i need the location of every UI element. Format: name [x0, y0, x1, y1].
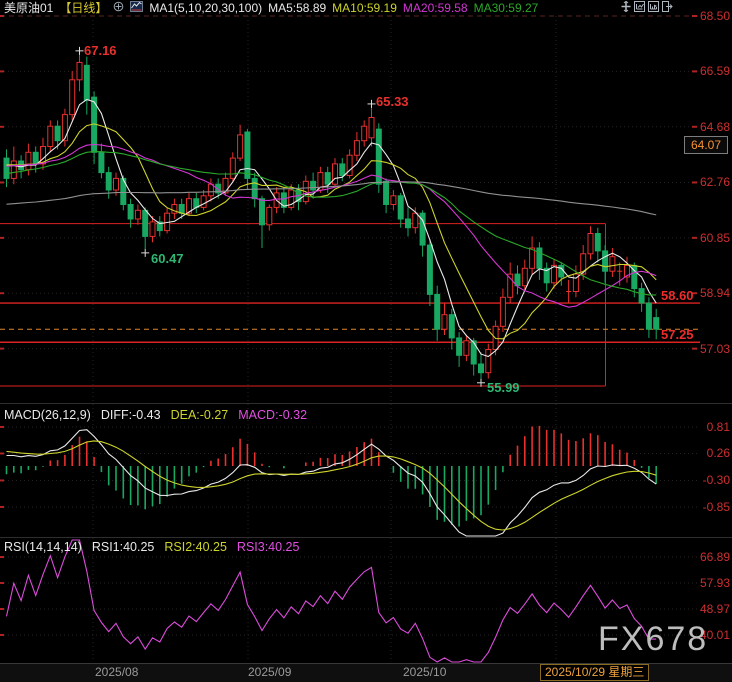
ma-group-label[interactable]: MA1(5,10,20,30,100) [149, 0, 262, 16]
rsi3-value: RSI3:40.25 [237, 540, 300, 554]
annotation-low-55: 55.99 [487, 381, 520, 394]
chart-toolbar [621, 1, 673, 12]
x-axis-label-oct: 2025/10 [403, 665, 446, 679]
macd-axis-label: 0.26 [690, 446, 730, 460]
macd-axis-label: -0.85 [690, 500, 730, 514]
period-label[interactable]: 【日线】 [59, 0, 107, 16]
price-axis-label: 57.03 [690, 342, 730, 356]
current-date-label: 2025/10/29 星期三 [540, 664, 649, 681]
price-axis-label: 62.76 [690, 175, 730, 189]
macd-title[interactable]: MACD(26,12,9) [4, 408, 91, 422]
macd-dea-value: DEA:-0.27 [171, 408, 229, 422]
rsi-title[interactable]: RSI(14,14,14) [4, 540, 82, 554]
ma5-value: MA5:58.89 [268, 0, 326, 16]
annotation-high-65: 65.33 [376, 95, 409, 108]
rsi-axis-label: 48.97 [690, 602, 730, 616]
chart-canvas[interactable] [0, 0, 732, 682]
rsi2-value: RSI2:40.25 [164, 540, 227, 554]
move-cross-icon[interactable] [621, 1, 631, 12]
chart-line-box-icon[interactable] [634, 1, 645, 12]
symbol-name: 美原油01 [4, 0, 53, 16]
macd-diff-value: DIFF:-0.43 [101, 408, 161, 422]
macd-header: MACD(26,12,9) DIFF:-0.43 DEA:-0.27 MACD:… [4, 408, 307, 422]
ma10-value: MA10:59.19 [332, 0, 397, 16]
support-line-label: 57.25 [661, 328, 694, 341]
price-axis-label: 64.68 [690, 120, 730, 134]
ma30-value: MA30:59.27 [474, 0, 539, 16]
chart-app-window: 美原油01 【日线】 MA1(5,10,20,30,100) MA5:58.89… [0, 0, 732, 682]
price-axis-label: 66.59 [690, 64, 730, 78]
chart-thumbnail-icon[interactable] [130, 0, 143, 16]
price-axis-label: 60.85 [690, 231, 730, 245]
annotation-high-67: 67.16 [84, 44, 117, 57]
macd-axis-label: 0.81 [690, 420, 730, 434]
x-axis-label-sep: 2025/09 [248, 665, 291, 679]
special-price-axis-label: 64.07 [684, 136, 728, 154]
annotation-low-60: 60.47 [151, 252, 184, 265]
door-arrow-icon[interactable] [662, 1, 673, 12]
x-axis-label-aug: 2025/08 [95, 665, 138, 679]
rsi-axis-label: 57.93 [690, 576, 730, 590]
watermark: FX678 [598, 620, 708, 659]
price-axis-label: 58.94 [690, 286, 730, 300]
ma20-value: MA20:59.58 [403, 0, 468, 16]
settings-icon[interactable] [113, 0, 124, 16]
macd-value: MACD:-0.32 [238, 408, 307, 422]
rsi-axis-label: 66.89 [690, 550, 730, 564]
macd-axis-label: -0.30 [690, 473, 730, 487]
rsi-header: RSI(14,14,14) RSI1:40.25 RSI2:40.25 RSI3… [4, 540, 299, 554]
rsi1-value: RSI1:40.25 [92, 540, 155, 554]
resistance-line-label: 58.60 [661, 289, 694, 302]
chart-bars-box-icon[interactable] [648, 1, 659, 12]
